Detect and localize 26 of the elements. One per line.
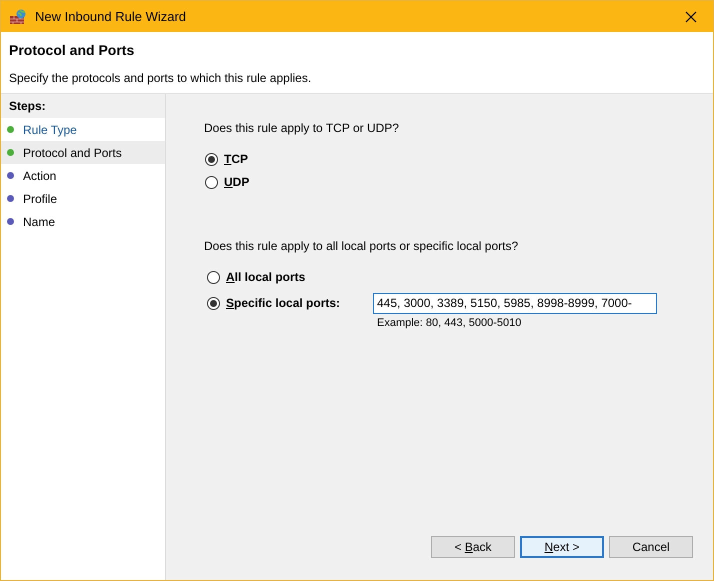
radio-button[interactable] [207, 270, 220, 284]
steps-heading: Steps: [1, 94, 165, 118]
radio-button[interactable] [205, 152, 218, 166]
firewall-icon [9, 8, 27, 24]
example-hint: Example: 80, 443, 5000-5010 [377, 316, 522, 331]
question-text: Does this rule apply to all local ports or specific local ports? [204, 238, 520, 255]
step-item[interactable]: Protocol and Ports [1, 141, 165, 164]
radio-button[interactable] [205, 176, 218, 188]
page-title: Protocol and Ports [9, 41, 136, 60]
radio-option[interactable]: Specific local ports: [207, 294, 373, 312]
close-icon[interactable] [685, 10, 697, 22]
page-subtitle: Specify the protocols and ports to which this rule applies. [9, 70, 312, 87]
step-item[interactable]: Rule Type [1, 118, 165, 141]
radio-option[interactable]: TCP [205, 150, 248, 168]
ports-field[interactable]: 445, 3000, 3389, 5150, 5985, 8998-8999, 7000- [373, 292, 657, 314]
step-item[interactable]: Name [1, 210, 165, 233]
radio-option[interactable]: All local ports [207, 268, 306, 286]
radio-option[interactable]: UDP [205, 173, 250, 191]
question-text: Does this rule apply to TCP or UDP? [204, 120, 400, 137]
radio-button[interactable] [207, 296, 220, 310]
wizard-button[interactable]: < Back [431, 536, 515, 558]
step-item[interactable]: Profile [1, 187, 165, 210]
step-item[interactable]: Action [1, 164, 165, 187]
window-title: New Inbound Rule Wizard [35, 8, 188, 26]
wizard-button[interactable]: Next > [520, 536, 604, 558]
wizard-button[interactable]: Cancel [609, 536, 693, 558]
